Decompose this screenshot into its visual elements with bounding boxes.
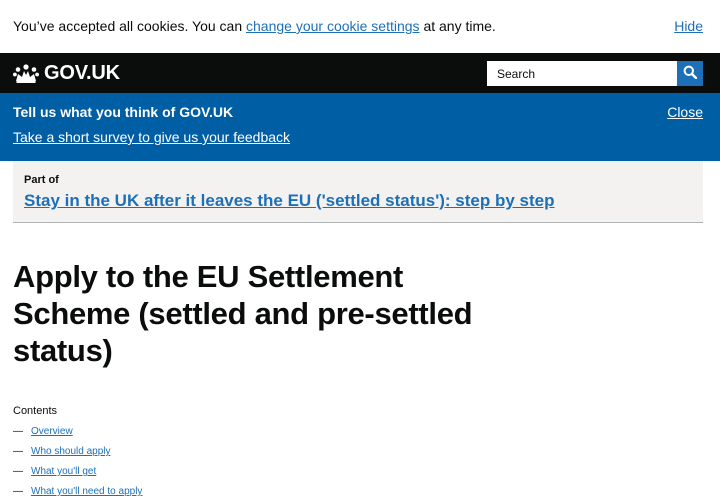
govuk-logo-link[interactable]: GOV.UK bbox=[13, 62, 120, 84]
cookie-hide-link[interactable]: Hide bbox=[674, 17, 703, 35]
survey-title: Tell us what you think of GOV.UK bbox=[13, 104, 234, 120]
dash: — bbox=[13, 486, 23, 497]
contents-link-what-youll-get[interactable]: What you'll get bbox=[31, 464, 96, 484]
cookie-message-suffix: at any time. bbox=[419, 18, 496, 34]
logo-text: GOV.UK bbox=[44, 62, 120, 84]
cookie-settings-link[interactable]: change your cookie settings bbox=[246, 18, 420, 34]
search-input[interactable] bbox=[487, 61, 677, 86]
crown-icon bbox=[13, 63, 39, 83]
part-of-label: Part of bbox=[24, 174, 59, 186]
contents-list: — Overview — Who should apply — What you… bbox=[13, 424, 142, 499]
site-header: GOV.UK bbox=[0, 53, 720, 93]
list-item: — Overview bbox=[13, 424, 142, 444]
survey-link[interactable]: Take a short survey to give us your feed… bbox=[13, 128, 290, 146]
contents-heading: Contents bbox=[13, 405, 58, 417]
step-by-step-link[interactable]: Stay in the UK after it leaves the EU ('… bbox=[24, 190, 555, 212]
contents-link-overview[interactable]: Overview bbox=[31, 424, 73, 444]
step-by-step-nav: Part of Stay in the UK after it leaves t… bbox=[13, 161, 703, 223]
cookie-message-text: You’ve accepted all cookies. You can bbox=[13, 18, 246, 34]
search-icon bbox=[683, 65, 698, 82]
list-item: — What you'll need to apply bbox=[13, 484, 142, 499]
search-box bbox=[487, 61, 677, 86]
contents-link-who-should-apply[interactable]: Who should apply bbox=[31, 444, 111, 464]
survey-close-link[interactable]: Close bbox=[667, 103, 703, 121]
list-item: — What you'll get bbox=[13, 464, 142, 484]
dash: — bbox=[13, 466, 23, 477]
page-title: Apply to the EU Settlement Scheme (settl… bbox=[13, 259, 473, 368]
cookie-message: You’ve accepted all cookies. You can cha… bbox=[13, 17, 496, 35]
dash: — bbox=[13, 426, 23, 437]
dash: — bbox=[13, 446, 23, 457]
search-button[interactable] bbox=[677, 61, 703, 86]
contents-link-what-youll-need[interactable]: What you'll need to apply bbox=[31, 484, 142, 499]
cookie-banner: You’ve accepted all cookies. You can cha… bbox=[0, 0, 720, 53]
list-item: — Who should apply bbox=[13, 444, 142, 464]
survey-banner: Tell us what you think of GOV.UK Take a … bbox=[0, 93, 720, 161]
